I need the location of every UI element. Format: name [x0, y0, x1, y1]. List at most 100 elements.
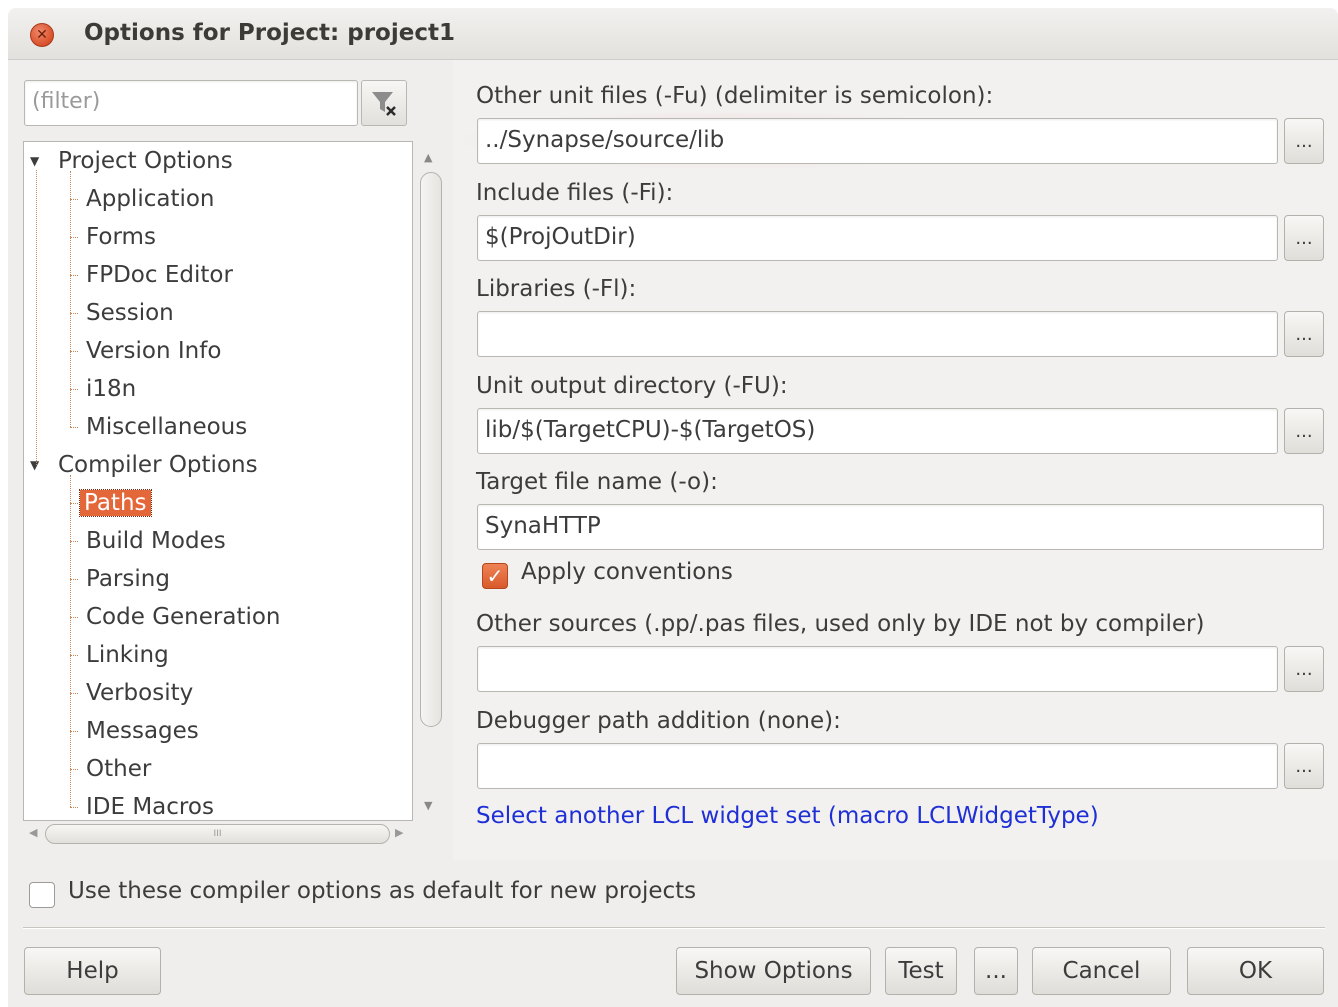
expander-icon[interactable]: ▼ [30, 458, 39, 472]
tree-connector [70, 579, 78, 580]
tree-connector [36, 170, 37, 465]
tree-vertical-scrollbar[interactable]: ▲ ▼ [419, 147, 443, 819]
test-button[interactable]: Test [885, 947, 957, 995]
path-input[interactable]: ../Synapse/source/lib [477, 118, 1278, 164]
tree-item-label: Messages [86, 718, 199, 744]
window-title: Options for Project: project1 [84, 20, 455, 46]
scroll-up-icon[interactable]: ▲ [424, 151, 432, 164]
tree-connector [70, 541, 78, 542]
widget-set-link[interactable]: Select another LCL widget set (macro LCL… [476, 803, 1099, 829]
paths-panel: Other unit files (-Fu) (delimiter is sem… [453, 60, 1338, 860]
tree-item[interactable]: IDE Macros [86, 789, 214, 820]
path-input[interactable]: lib/$(TargetCPU)-$(TargetOS) [477, 408, 1278, 454]
filter-input[interactable]: (filter) [24, 80, 358, 126]
tree-item-label: Miscellaneous [86, 414, 248, 440]
options-tree-pane: (filter) ▼ Project Options Application Form… [8, 60, 445, 860]
tree-item-label: Other [86, 756, 152, 782]
default-options-label: Use these compiler options as default fo… [68, 878, 697, 904]
close-icon[interactable]: ✕ [30, 23, 54, 47]
scroll-right-icon[interactable]: ▶ [395, 826, 403, 839]
tree-connector [70, 389, 78, 390]
tree-connector [70, 693, 78, 694]
ok-button[interactable]: OK [1187, 947, 1324, 995]
field-label: Include files (-Fi): [476, 180, 674, 206]
tree-item[interactable]: Forms [86, 219, 156, 255]
field-label: Unit output directory (-FU): [476, 373, 788, 399]
browse-button[interactable]: ... [1284, 215, 1324, 261]
tree-item[interactable]: Build Modes [86, 523, 226, 559]
path-input[interactable]: $(ProjOutDir) [477, 215, 1278, 261]
more-button[interactable]: ... [974, 947, 1018, 995]
filter-clear-icon [372, 92, 396, 116]
tree-group-label: Compiler Options [58, 452, 258, 478]
tree-horizontal-scrollbar[interactable]: ◀ III ▶ [23, 823, 413, 845]
tree-connector [70, 475, 71, 807]
tree-connector [70, 313, 78, 314]
tree-connector [70, 427, 78, 428]
tree-item-label: Build Modes [86, 528, 226, 554]
scrollbar-thumb[interactable] [420, 172, 442, 727]
tree-item[interactable]: i18n [86, 371, 136, 407]
tree-item[interactable]: Other [86, 751, 151, 787]
browse-button[interactable]: ... [1284, 743, 1324, 789]
tree-group[interactable]: Compiler Options [58, 447, 258, 483]
tree-item[interactable]: Paths [79, 485, 152, 521]
tree-group-label: Project Options [58, 148, 233, 174]
tree-connector [70, 503, 78, 504]
field-label: Target file name (-o): [476, 469, 718, 495]
browse-button[interactable]: ... [1284, 118, 1324, 164]
scroll-down-icon[interactable]: ▼ [424, 799, 432, 812]
tree-item[interactable]: Version Info [86, 333, 221, 369]
tree-item[interactable]: Application [86, 181, 215, 217]
tree-item-label: Session [86, 300, 174, 326]
tree-item-label: FPDoc Editor [86, 262, 233, 288]
browse-button[interactable]: ... [1284, 408, 1324, 454]
help-button[interactable]: Help [24, 947, 161, 995]
clear-filter-button[interactable] [361, 80, 407, 126]
path-input[interactable] [477, 743, 1278, 789]
separator [23, 927, 1325, 929]
tree-item[interactable]: Session [86, 295, 174, 331]
tree-connector [70, 275, 78, 276]
scrollbar-thumb[interactable]: III [45, 824, 390, 844]
tree-item[interactable]: Parsing [86, 561, 170, 597]
tree-connector [70, 807, 78, 808]
path-input[interactable] [477, 646, 1278, 692]
tree-connector [70, 617, 78, 618]
field-label: Other sources (.pp/.pas files, used only… [476, 611, 1205, 637]
tree-item-label: Version Info [86, 338, 222, 364]
scroll-left-icon[interactable]: ◀ [29, 826, 37, 839]
cancel-button[interactable]: Cancel [1032, 947, 1171, 995]
tree-connector [70, 351, 78, 352]
tree-connector [70, 199, 78, 200]
path-input[interactable] [477, 311, 1278, 357]
tree-item-label: Application [86, 186, 215, 212]
tree-item[interactable]: Code Generation [86, 599, 281, 635]
apply-conventions-label: Apply conventions [521, 559, 733, 585]
tree-item-label: Linking [86, 642, 169, 668]
path-input[interactable]: SynaHTTP [477, 504, 1324, 550]
browse-button[interactable]: ... [1284, 646, 1324, 692]
tree-item[interactable]: Miscellaneous [86, 409, 247, 445]
tree-connector [70, 769, 78, 770]
title-bar: ✕ Options for Project: project1 [8, 8, 1338, 60]
tree-item[interactable]: FPDoc Editor [86, 257, 233, 293]
tree-connector [70, 731, 78, 732]
default-options-checkbox[interactable] [29, 882, 55, 908]
tree-item[interactable]: Verbosity [86, 675, 193, 711]
tree-item[interactable]: Messages [86, 713, 199, 749]
tree-item-label: i18n [86, 376, 137, 402]
field-label: Other unit files (-Fu) (delimiter is sem… [476, 83, 994, 109]
tree-item-label: Parsing [86, 566, 170, 592]
apply-conventions-checkbox[interactable]: ✓ [482, 563, 508, 589]
tree-item-label: IDE Macros [86, 794, 214, 820]
options-tree: ▼ Project Options Application Forms FPDoc Ed… [23, 141, 413, 821]
tree-connector [70, 237, 78, 238]
expander-icon[interactable]: ▼ [30, 154, 39, 168]
show-options-button[interactable]: Show Options [676, 947, 871, 995]
field-label: Debugger path addition (none): [476, 708, 841, 734]
tree-item[interactable]: Linking [86, 637, 169, 673]
browse-button[interactable]: ... [1284, 311, 1324, 357]
tree-group[interactable]: Project Options [58, 143, 233, 179]
tree-connector [70, 171, 71, 427]
